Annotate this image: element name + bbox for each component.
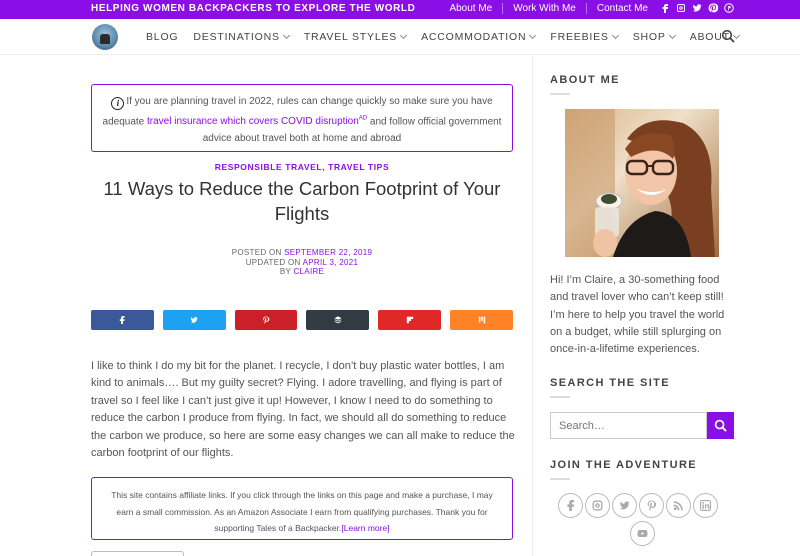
chevron-down-icon — [400, 31, 408, 40]
info-icon: i — [111, 97, 125, 111]
top-link-work-with-me[interactable]: Work With Me — [503, 3, 587, 14]
top-bar: HELPING WOMEN BACKPACKERS TO EXPLORE THE… — [0, 0, 800, 19]
linkedin-icon[interactable] — [693, 493, 718, 518]
nav-item-blog[interactable]: BLOG — [146, 31, 178, 43]
share-twitter-button[interactable] — [162, 310, 226, 330]
pinterest-icon[interactable] — [707, 2, 718, 13]
facebook-icon[interactable] — [659, 2, 670, 13]
heading-underline — [550, 478, 570, 480]
flipboard-icon — [406, 316, 413, 324]
post-meta: POSTED ON SEPTEMBER 22, 2019 UPDATED ON … — [231, 248, 373, 276]
covid-notice-box: i If you are planning travel in 2022, rul… — [91, 84, 513, 152]
share-buttons — [91, 310, 513, 330]
instagram-icon[interactable] — [675, 2, 686, 13]
top-social-icons — [659, 2, 734, 13]
nav-item-travel-styles[interactable]: TRAVEL STYLES — [304, 31, 408, 43]
sidebar-search-input[interactable] — [550, 412, 707, 439]
nav-item-destinations[interactable]: DESTINATIONS — [193, 31, 290, 43]
sidebar-social-icons — [558, 493, 728, 546]
search-heading: SEARCH THE SITE — [550, 377, 671, 389]
pinterest-icon — [263, 316, 270, 324]
top-link-about-me[interactable]: About Me — [439, 3, 504, 14]
mix-icon — [478, 316, 485, 324]
buffer-icon — [334, 316, 342, 324]
sidebar-search-button[interactable] — [707, 412, 734, 439]
twitter-icon — [190, 317, 198, 323]
nav-item-accommodation[interactable]: ACCOMMODATION — [421, 31, 537, 43]
affiliate-disclaimer-box: This site contains affiliate links. If y… — [91, 477, 513, 540]
learn-more-link[interactable]: [Learn more] — [341, 523, 389, 533]
pinterest-icon[interactable] — [639, 493, 664, 518]
twitter-icon[interactable] — [691, 2, 702, 13]
nav-item-shop[interactable]: SHOP — [633, 31, 676, 43]
about-text: Hi! I’m Claire, a 30-something food and … — [550, 274, 725, 356]
site-tagline: HELPING WOMEN BACKPACKERS TO EXPLORE THE… — [91, 3, 416, 14]
search-icon[interactable] — [721, 29, 735, 43]
share-mix-button[interactable] — [450, 310, 513, 330]
chevron-down-icon — [282, 31, 290, 40]
post-categories[interactable]: RESPONSIBLE TRAVEL, TRAVEL TIPS — [91, 162, 513, 172]
post-title: 11 Ways to Reduce the Carbon Footprint o… — [103, 178, 501, 224]
nav-item-freebies[interactable]: FREEBIES — [550, 31, 619, 43]
youtube-icon[interactable] — [630, 521, 655, 546]
join-heading: JOIN THE ADVENTURE — [550, 459, 698, 471]
heading-underline — [550, 93, 570, 95]
site-logo[interactable] — [92, 24, 118, 50]
travel-insurance-link[interactable]: travel insurance which covers COVID disr… — [147, 116, 367, 127]
main-nav: BLOG DESTINATIONS TRAVEL STYLES ACCOMMOD… — [0, 19, 800, 55]
share-pinterest-button[interactable] — [234, 310, 298, 330]
top-link-contact-me[interactable]: Contact Me — [587, 3, 658, 14]
affiliate-text: This site contains affiliate links. If y… — [111, 490, 493, 533]
author-link[interactable]: CLAIRE — [293, 267, 324, 276]
heading-underline — [550, 396, 570, 398]
content-box — [91, 551, 184, 556]
facebook-icon[interactable] — [558, 493, 583, 518]
facebook-icon — [120, 316, 125, 324]
twitter-icon[interactable] — [612, 493, 637, 518]
chevron-down-icon — [611, 31, 619, 40]
updated-date[interactable]: APRIL 3, 2021 — [303, 258, 359, 267]
share-buffer-button[interactable] — [306, 310, 370, 330]
share-facebook-button[interactable] — [91, 310, 154, 330]
chevron-down-icon — [668, 31, 676, 40]
sidebar-divider — [532, 55, 533, 556]
search-icon — [714, 419, 727, 432]
top-links: About Me Work With Me Contact Me — [439, 3, 658, 14]
posted-date[interactable]: SEPTEMBER 22, 2019 — [284, 248, 372, 257]
pinterest-alt-icon[interactable] — [723, 2, 734, 13]
nav-menu: BLOG DESTINATIONS TRAVEL STYLES ACCOMMOD… — [146, 31, 754, 43]
about-heading: ABOUT ME — [550, 74, 620, 86]
author-photo — [565, 109, 719, 257]
instagram-icon[interactable] — [585, 493, 610, 518]
chevron-down-icon — [529, 31, 537, 40]
share-flipboard-button[interactable] — [378, 310, 442, 330]
rss-icon[interactable] — [666, 493, 691, 518]
post-intro-paragraph: I like to think I do my bit for the plan… — [91, 360, 515, 460]
